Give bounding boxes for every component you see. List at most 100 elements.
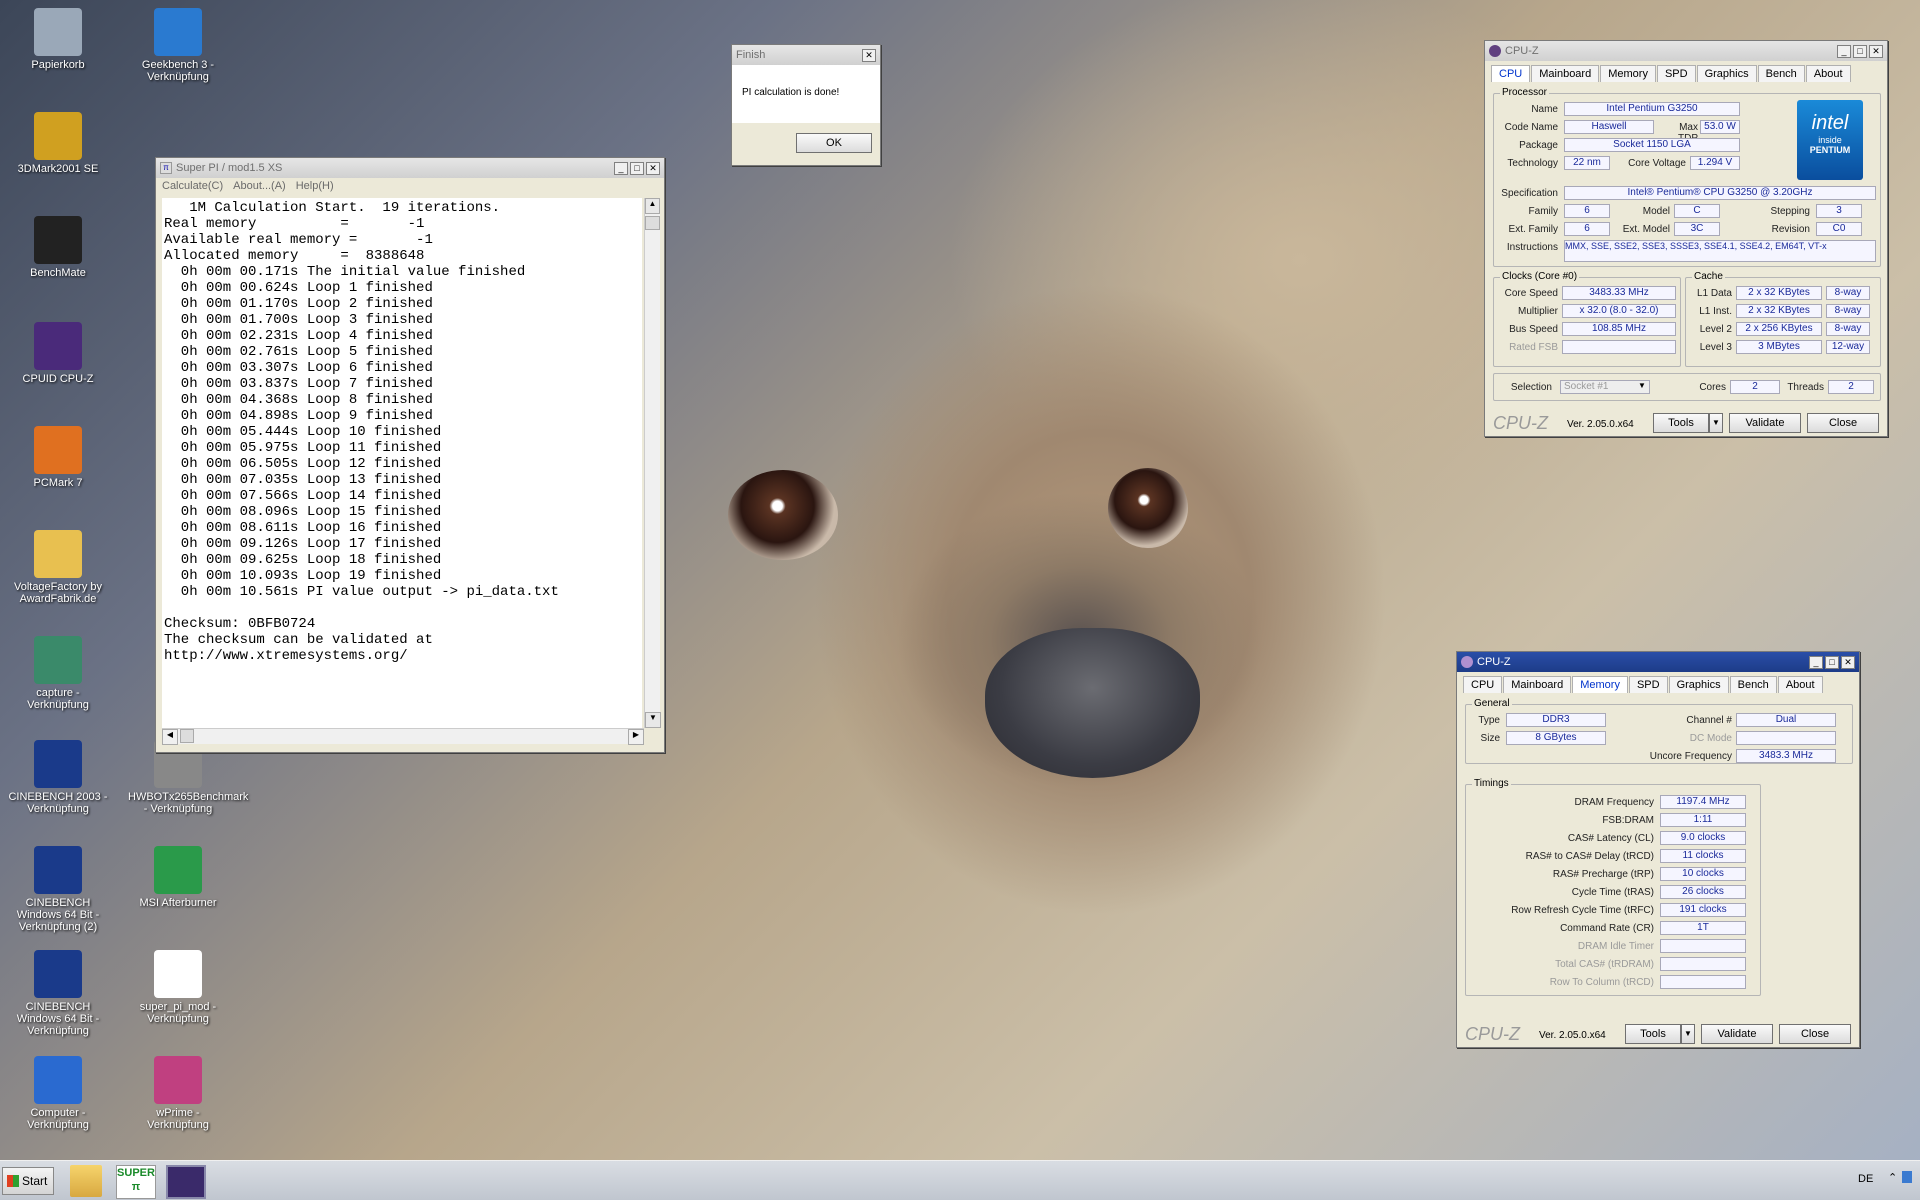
desktop-icon[interactable]: CINEBENCH Windows 64 Bit - Verknüpfung bbox=[8, 950, 108, 1037]
cpuz-titlebar[interactable]: CPU-Z _ □ ✕ bbox=[1457, 652, 1859, 672]
tab-bench[interactable]: Bench bbox=[1757, 65, 1805, 82]
tab-mainboard[interactable]: Mainboard bbox=[1503, 676, 1572, 693]
tray-flag-icon[interactable] bbox=[1902, 1171, 1912, 1183]
desktop-icon[interactable]: PCMark 7 bbox=[8, 426, 108, 489]
tab-mainboard[interactable]: Mainboard bbox=[1531, 65, 1600, 82]
tab-spd[interactable]: SPD bbox=[1628, 676, 1668, 693]
scroll-thumb-h[interactable] bbox=[180, 729, 194, 743]
tab-memory[interactable]: Memory bbox=[1600, 65, 1656, 82]
desktop-icon-label: HWBOTx265Benchmark - Verknüpfung bbox=[128, 791, 249, 815]
desktop-icon[interactable]: Computer - Verknüpfung bbox=[8, 1056, 108, 1131]
tab-graphics[interactable]: Graphics bbox=[1668, 676, 1729, 693]
menu-calculate[interactable]: Calculate(C) bbox=[162, 180, 223, 194]
desktop-icon[interactable]: wPrime - Verknüpfung bbox=[128, 1056, 228, 1131]
minimize-button[interactable]: _ bbox=[1837, 44, 1851, 58]
minimize-button[interactable]: _ bbox=[614, 161, 628, 175]
chevron-down-icon[interactable]: ▼ bbox=[1638, 381, 1646, 390]
close-button[interactable]: Close bbox=[1807, 413, 1879, 433]
tools-button[interactable]: Tools bbox=[1625, 1024, 1681, 1044]
scroll-left-button[interactable]: ◀ bbox=[162, 729, 178, 745]
start-label: Start bbox=[22, 1174, 48, 1188]
output-line: The checksum can be validated at bbox=[164, 632, 433, 648]
selection-dropdown[interactable]: Socket #1 bbox=[1560, 380, 1650, 394]
desktop-icon[interactable]: super_pi_mod - Verknüpfung bbox=[128, 950, 228, 1025]
output-line: Available real memory = -1 bbox=[164, 232, 433, 248]
scroll-up-button[interactable]: ▲ bbox=[645, 198, 660, 214]
superpi-output[interactable]: 1M Calculation Start. 19 iterations. Real… bbox=[162, 198, 642, 728]
menu-about[interactable]: About...(A) bbox=[233, 180, 286, 194]
benchmate-icon bbox=[34, 216, 82, 264]
close-button[interactable]: ✕ bbox=[646, 161, 660, 175]
validate-button[interactable]: Validate bbox=[1701, 1024, 1773, 1044]
desktop-icon[interactable]: 3DMark2001 SE bbox=[8, 112, 108, 175]
desktop-icon[interactable]: VoltageFactory by AwardFabrik.de bbox=[8, 530, 108, 605]
desktop-icon[interactable]: CINEBENCH 2003 - Verknüpfung bbox=[8, 740, 108, 815]
superpi-titlebar[interactable]: π Super PI / mod1.5 XS _ □ ✕ bbox=[156, 158, 664, 178]
tab-cpu[interactable]: CPU bbox=[1463, 676, 1503, 693]
maximize-button[interactable]: □ bbox=[630, 161, 644, 175]
desktop-icon[interactable]: capture - Verknüpfung bbox=[8, 636, 108, 711]
tools-dropdown-button[interactable]: ▼ bbox=[1709, 413, 1723, 433]
close-button[interactable]: ✕ bbox=[1869, 44, 1883, 58]
afterburner-icon bbox=[154, 846, 202, 894]
desktop-icon[interactable]: Papierkorb bbox=[8, 8, 108, 71]
language-indicator[interactable]: DE bbox=[1858, 1173, 1873, 1185]
close-button[interactable]: Close bbox=[1779, 1024, 1851, 1044]
cpuz-app-icon bbox=[1461, 656, 1473, 668]
tab-cpu[interactable]: CPU bbox=[1491, 65, 1531, 82]
tab-bench[interactable]: Bench bbox=[1729, 676, 1777, 693]
menu-help[interactable]: Help(H) bbox=[296, 180, 334, 194]
cinebench-icon bbox=[34, 740, 82, 788]
superpi-window[interactable]: π Super PI / mod1.5 XS _ □ ✕ Calculate(C… bbox=[155, 157, 665, 753]
tab-about[interactable]: About bbox=[1805, 65, 1851, 82]
type-label: Type bbox=[1478, 715, 1500, 726]
timings-group: Timings DRAM Frequency 1197.4 MHz FSB:DRAM… bbox=[1465, 778, 1761, 996]
cores-value: 2 bbox=[1730, 380, 1780, 394]
package-value: Socket 1150 LGA bbox=[1564, 138, 1740, 152]
processor-group: Processor Name Intel Pentium G3250 Code … bbox=[1493, 87, 1881, 267]
tab-graphics[interactable]: Graphics bbox=[1696, 65, 1757, 82]
ok-button[interactable]: OK bbox=[796, 133, 872, 153]
timing-value bbox=[1660, 975, 1746, 989]
cpuz-cpu-window[interactable]: CPU-Z _ □ ✕ CPU Mainboard Memory SPD Gra… bbox=[1484, 40, 1888, 437]
validate-button[interactable]: Validate bbox=[1729, 413, 1801, 433]
desktop-icon[interactable]: Geekbench 3 - Verknüpfung bbox=[128, 8, 228, 83]
maximize-button[interactable]: □ bbox=[1853, 44, 1867, 58]
selection-label: Selection bbox=[1510, 382, 1552, 393]
scroll-thumb[interactable] bbox=[645, 216, 660, 230]
desktop-icon-label: 3DMark2001 SE bbox=[17, 163, 99, 175]
finish-titlebar[interactable]: Finish ✕ bbox=[732, 45, 880, 65]
minimize-button[interactable]: _ bbox=[1809, 655, 1823, 669]
cpuz-memory-window[interactable]: CPU-Z _ □ ✕ CPU Mainboard Memory SPD Gra… bbox=[1456, 651, 1860, 1048]
tools-button[interactable]: Tools bbox=[1653, 413, 1709, 433]
taskbar-superpi-icon[interactable]: SUPER π bbox=[116, 1165, 156, 1199]
desktop-icon[interactable]: MSI Afterburner bbox=[128, 846, 228, 909]
scroll-down-button[interactable]: ▼ bbox=[645, 712, 661, 728]
close-button[interactable]: ✕ bbox=[1841, 655, 1855, 669]
taskbar-cpuz-icon[interactable] bbox=[166, 1165, 206, 1199]
tab-spd[interactable]: SPD bbox=[1656, 65, 1696, 82]
dcmode-value bbox=[1736, 731, 1836, 745]
cpuz-titlebar[interactable]: CPU-Z _ □ ✕ bbox=[1485, 41, 1887, 61]
tab-memory[interactable]: Memory bbox=[1572, 676, 1628, 693]
desktop-icon[interactable]: CPUID CPU-Z bbox=[8, 322, 108, 385]
tab-about[interactable]: About bbox=[1777, 676, 1823, 693]
vertical-scrollbar[interactable]: ▲ ▼ bbox=[644, 198, 661, 728]
show-hidden-icons-icon[interactable]: ⌃ bbox=[1888, 1171, 1897, 1184]
corespeed-value: 3483.33 MHz bbox=[1562, 286, 1676, 300]
taskbar-explorer-icon[interactable] bbox=[70, 1165, 102, 1197]
scroll-right-button[interactable]: ▶ bbox=[628, 729, 644, 745]
desktop-icon[interactable]: CINEBENCH Windows 64 Bit - Verknüpfung (… bbox=[8, 846, 108, 933]
desktop-icon[interactable]: BenchMate bbox=[8, 216, 108, 279]
horizontal-scrollbar[interactable]: ◀ ▶ bbox=[162, 728, 644, 745]
start-button[interactable]: Start bbox=[2, 1167, 54, 1195]
taskbar: Start SUPER π DE ⌃ bbox=[0, 1160, 1920, 1200]
maximize-button[interactable]: □ bbox=[1825, 655, 1839, 669]
l1data-label: L1 Data bbox=[1696, 288, 1732, 299]
cpuz-version: Ver. 2.05.0.x64 bbox=[1539, 1030, 1606, 1041]
finish-title: Finish bbox=[736, 49, 766, 61]
finish-dialog[interactable]: Finish ✕ PI calculation is done! OK bbox=[731, 44, 881, 166]
tools-dropdown-button[interactable]: ▼ bbox=[1681, 1024, 1695, 1044]
l1inst-way: 8-way bbox=[1826, 304, 1870, 318]
close-button[interactable]: ✕ bbox=[862, 48, 876, 62]
